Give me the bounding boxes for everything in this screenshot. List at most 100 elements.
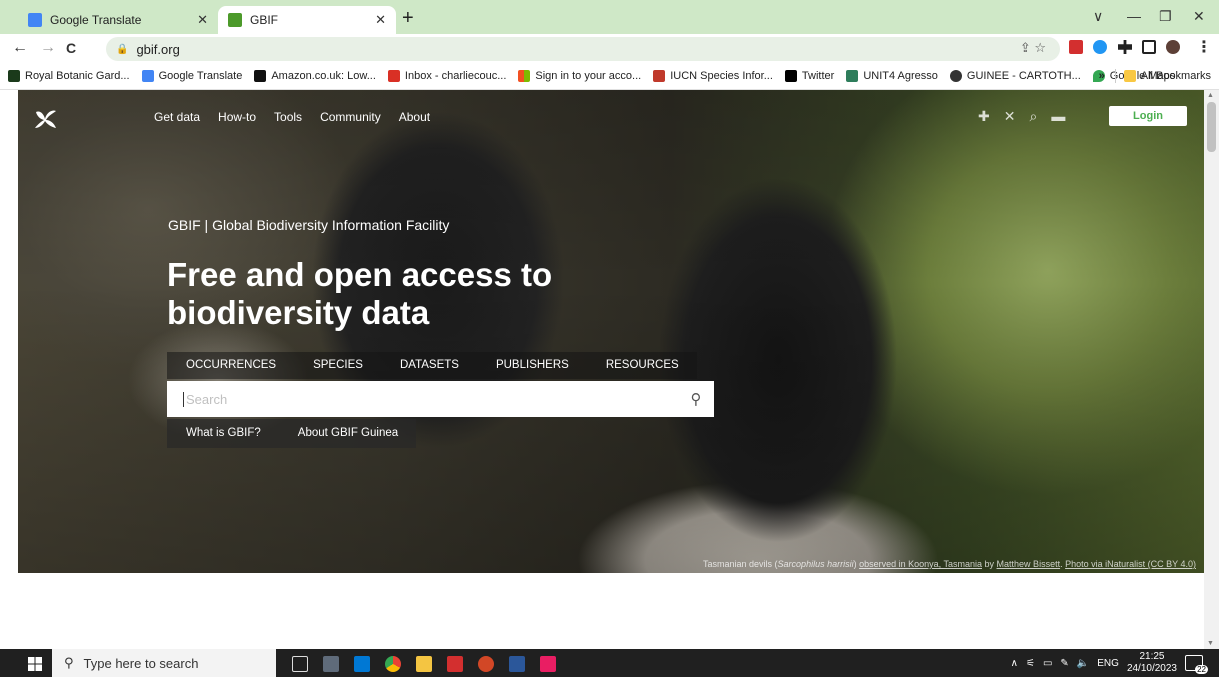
tab-google-translate[interactable]: Google Translate ✕ bbox=[18, 6, 218, 34]
pen-icon[interactable]: ✎ bbox=[1060, 658, 1068, 669]
url-text: gbif.org bbox=[136, 41, 180, 57]
google-translate-icon bbox=[28, 13, 42, 27]
search-icon[interactable]: ⌕ bbox=[1029, 108, 1037, 125]
tab-title: GBIF bbox=[250, 13, 279, 27]
tab-search-chevron-icon[interactable]: ∨ bbox=[1093, 6, 1103, 26]
show-hidden-icons-icon[interactable]: ∧ bbox=[1011, 658, 1018, 669]
forward-button[interactable]: → bbox=[40, 38, 56, 58]
file-explorer-icon[interactable] bbox=[416, 656, 432, 672]
inaturalist-link[interactable]: Photo via iNaturalist (CC BY 4.0) bbox=[1065, 559, 1196, 569]
extensions-puzzle-icon[interactable] bbox=[1118, 40, 1132, 54]
extension-icon[interactable] bbox=[1093, 40, 1107, 54]
network-icon[interactable]: ⚟ bbox=[1026, 658, 1035, 669]
site-tagline: GBIF | Global Biodiversity Information F… bbox=[168, 217, 450, 233]
bookmark-favicon-icon bbox=[846, 69, 859, 82]
system-tray: ∧ ⚟ ▭ ✎ 🔈 ENG 21:25 24/10/2023 22 bbox=[1011, 649, 1208, 677]
hero-headline: Free and open access to biodiversity dat… bbox=[167, 256, 553, 331]
search-icon[interactable]: ⚲ bbox=[678, 390, 714, 408]
browser-tab-strip: Google Translate ✕ GBIF ✕ + ∨ — ❐ ✕ bbox=[0, 0, 1219, 34]
bookmark-google-translate[interactable]: Google Translate bbox=[141, 69, 242, 82]
word-icon[interactable] bbox=[509, 656, 525, 672]
acrobat-icon[interactable] bbox=[447, 656, 463, 672]
lock-icon[interactable]: 🔒 bbox=[116, 44, 128, 55]
translate-icon[interactable]: ✕ bbox=[1004, 108, 1016, 125]
bookmarks-overflow-button[interactable]: » bbox=[1099, 70, 1105, 82]
nav-how-to[interactable]: How-to bbox=[218, 110, 256, 124]
tab-publishers[interactable]: PUBLISHERS bbox=[477, 352, 587, 379]
scroll-down-arrow-icon[interactable]: ▼ bbox=[1207, 640, 1214, 647]
bookmark-microsoft-signin[interactable]: Sign in to your acco... bbox=[518, 69, 641, 82]
nav-community[interactable]: Community bbox=[320, 110, 381, 124]
gbif-logo-icon bbox=[228, 13, 242, 27]
close-icon[interactable]: ✕ bbox=[197, 12, 208, 28]
hero-banner: Get data How-to Tools Community About ✚ … bbox=[18, 90, 1204, 573]
scrollbar-thumb[interactable] bbox=[1207, 102, 1216, 152]
windows-taskbar: ⚲ Type here to search ∧ ⚟ ▭ ✎ 🔈 ENG 21:2… bbox=[0, 649, 1219, 677]
restore-button[interactable]: ❐ bbox=[1159, 6, 1172, 26]
side-panel-icon[interactable] bbox=[1142, 40, 1156, 54]
new-tab-button[interactable]: + bbox=[402, 6, 414, 30]
bookmark-favicon-icon bbox=[949, 69, 962, 82]
profile-avatar-icon[interactable] bbox=[1166, 40, 1180, 54]
search-icon: ⚲ bbox=[64, 655, 74, 670]
tab-species[interactable]: SPECIES bbox=[294, 352, 381, 379]
search-input[interactable] bbox=[183, 391, 678, 407]
tab-gbif[interactable]: GBIF ✕ bbox=[218, 6, 396, 34]
bookmark-favicon-icon bbox=[8, 69, 20, 82]
close-icon[interactable]: ✕ bbox=[375, 12, 386, 28]
reload-button[interactable]: C bbox=[66, 38, 76, 58]
chrome-icon[interactable] bbox=[385, 656, 401, 672]
bookmark-favicon-icon bbox=[141, 69, 154, 82]
language-indicator[interactable]: ENG bbox=[1097, 658, 1119, 669]
back-button[interactable]: ← bbox=[12, 38, 28, 58]
gbif-logo-icon[interactable] bbox=[34, 108, 58, 130]
tab-resources[interactable]: RESOURCES bbox=[587, 352, 697, 379]
scroll-up-arrow-icon[interactable]: ▲ bbox=[1207, 92, 1214, 99]
bookmark-favicon-icon bbox=[387, 69, 400, 82]
task-view-icon[interactable] bbox=[292, 656, 308, 672]
bookmark-amazon[interactable]: Amazon.co.uk: Low... bbox=[254, 69, 376, 82]
all-bookmarks-button[interactable]: All Bookmarks bbox=[1141, 70, 1211, 82]
nav-about[interactable]: About bbox=[399, 110, 430, 124]
address-bar[interactable]: 🔒 gbif.org ⇪ ☆ bbox=[106, 37, 1060, 61]
main-nav: Get data How-to Tools Community About bbox=[154, 110, 430, 124]
acrobat-extension-icon[interactable] bbox=[1069, 40, 1083, 54]
bookmark-iucn[interactable]: IUCN Species Infor... bbox=[653, 69, 773, 82]
battery-icon[interactable]: ▭ bbox=[1043, 658, 1052, 669]
taskbar-search-box[interactable]: ⚲ Type here to search bbox=[52, 649, 276, 677]
tab-title: Google Translate bbox=[50, 13, 142, 27]
what-is-gbif-link[interactable]: What is GBIF? bbox=[167, 419, 279, 448]
page-scrollbar[interactable]: ▲ ▼ bbox=[1204, 90, 1219, 649]
browser-toolbar: ← → C 🔒 gbif.org ⇪ ☆ ⋮ bbox=[0, 34, 1219, 62]
bookmark-royal-botanic[interactable]: Royal Botanic Gard... bbox=[8, 69, 130, 82]
observation-link[interactable]: observed in Koonya, Tasmania bbox=[859, 559, 982, 569]
outlook-icon[interactable] bbox=[354, 656, 370, 672]
share-bookmark-icons[interactable]: ⇪ ☆ bbox=[1020, 40, 1046, 56]
bookmark-inbox[interactable]: Inbox - charliecouc... bbox=[387, 69, 506, 82]
bookmarks-bar: Royal Botanic Gard... Google Translate A… bbox=[0, 62, 1219, 90]
nav-get-data[interactable]: Get data bbox=[154, 110, 200, 124]
notification-center-icon[interactable]: 22 bbox=[1185, 655, 1208, 674]
windows-start-icon[interactable] bbox=[28, 657, 42, 671]
hero-search-box: ⚲ bbox=[167, 381, 714, 417]
nav-tools[interactable]: Tools bbox=[274, 110, 302, 124]
minimize-button[interactable]: — bbox=[1127, 6, 1141, 26]
media-player-icon[interactable] bbox=[540, 656, 556, 672]
powerpoint-icon[interactable] bbox=[478, 656, 494, 672]
tab-datasets[interactable]: DATASETS bbox=[381, 352, 477, 379]
login-button[interactable]: Login bbox=[1109, 106, 1187, 126]
window-close-button[interactable]: ✕ bbox=[1193, 6, 1205, 26]
bookmark-guinee[interactable]: GUINEE - CARTOTH... bbox=[949, 69, 1081, 82]
author-link[interactable]: Matthew Bissett bbox=[997, 559, 1061, 569]
menu-kebab-icon[interactable]: ⋮ bbox=[1196, 38, 1212, 58]
clock[interactable]: 21:25 24/10/2023 bbox=[1127, 651, 1177, 675]
divider bbox=[1114, 69, 1116, 83]
about-gbif-guinea-link[interactable]: About GBIF Guinea bbox=[279, 419, 416, 448]
user-icon[interactable]: ✚ bbox=[978, 108, 990, 125]
bookmark-twitter[interactable]: Twitter bbox=[784, 69, 834, 82]
bookmark-unit4[interactable]: UNIT4 Agresso bbox=[846, 69, 938, 82]
calculator-icon[interactable] bbox=[323, 656, 339, 672]
tab-occurrences[interactable]: OCCURRENCES bbox=[167, 352, 294, 379]
volume-icon[interactable]: 🔈 bbox=[1077, 658, 1089, 669]
notifications-icon[interactable]: ▬ bbox=[1051, 108, 1065, 125]
